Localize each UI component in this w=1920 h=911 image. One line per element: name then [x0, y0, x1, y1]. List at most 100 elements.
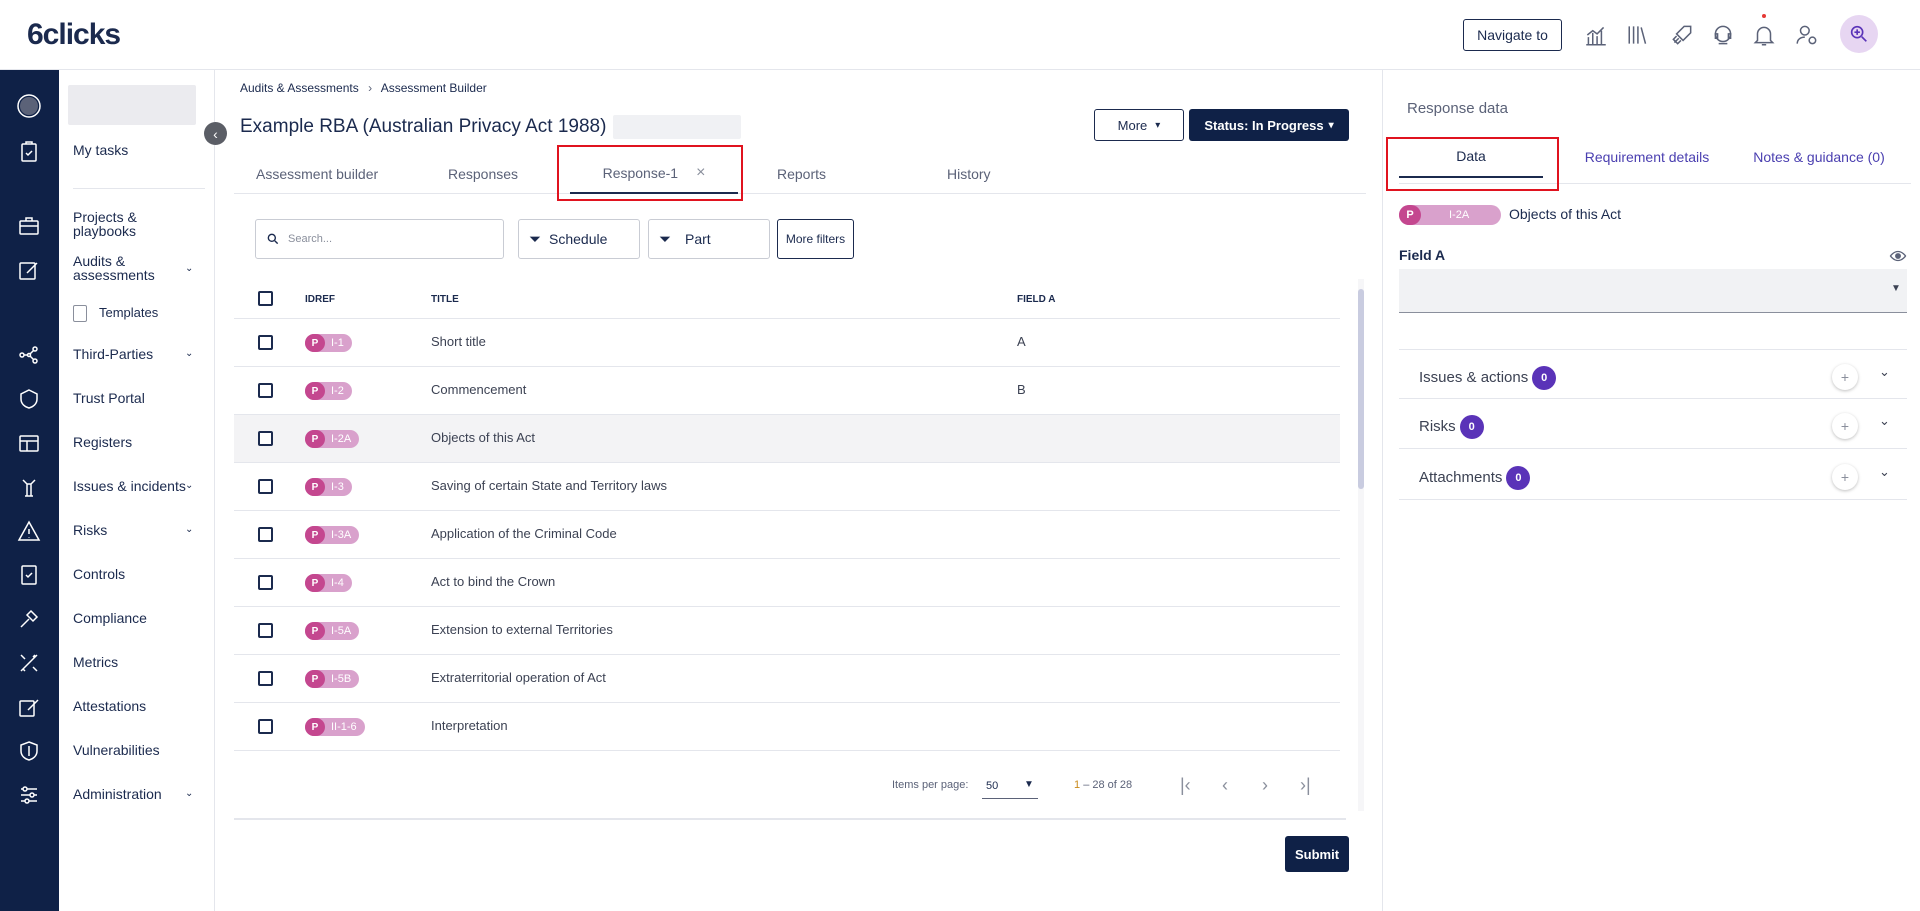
- add-risk-button[interactable]: +: [1832, 413, 1858, 439]
- row-checkbox[interactable]: [258, 671, 273, 686]
- third-parties-icon[interactable]: [17, 343, 41, 367]
- sidebar-item-audits[interactable]: Audits & assessments ⌄: [73, 254, 203, 282]
- library-icon[interactable]: [1626, 22, 1652, 48]
- submit-button[interactable]: Submit: [1285, 836, 1349, 872]
- row-checkbox[interactable]: [258, 623, 273, 638]
- controls-icon[interactable]: [17, 563, 41, 587]
- table-row[interactable]: P II-1-6 Interpretation: [234, 703, 1340, 751]
- attachments-section[interactable]: Attachments 0 + ⌄: [1399, 450, 1907, 500]
- schedule-filter[interactable]: ⏷ Schedule: [518, 219, 640, 259]
- analytics-icon[interactable]: [1583, 22, 1609, 48]
- tab-reports[interactable]: Reports: [777, 154, 826, 194]
- next-page-icon[interactable]: ›: [1262, 775, 1268, 796]
- row-title: Commencement: [431, 382, 527, 397]
- more-filters-button[interactable]: More filters: [777, 219, 854, 259]
- compliance-icon[interactable]: [17, 607, 41, 631]
- table-row[interactable]: P I-5B Extraterritorial operation of Act: [234, 655, 1340, 703]
- support-icon[interactable]: [1710, 22, 1736, 48]
- field-a-select[interactable]: ▼: [1399, 269, 1907, 313]
- sidebar-item-projects[interactable]: Projects & playbooks: [73, 210, 173, 238]
- tasks-icon[interactable]: [17, 140, 41, 164]
- sidebar-item-my-tasks[interactable]: My tasks: [73, 142, 128, 158]
- app-logo[interactable]: 6clicks: [27, 18, 121, 52]
- tab-responses[interactable]: Responses: [448, 154, 518, 194]
- sidebar-item-third-parties[interactable]: Third-Parties ⌄: [73, 346, 203, 362]
- administration-icon[interactable]: [17, 783, 41, 807]
- user-settings-icon[interactable]: [1794, 22, 1820, 48]
- select-all-checkbox[interactable]: [258, 291, 273, 306]
- scroll-thumb[interactable]: [1358, 289, 1364, 489]
- table-row[interactable]: P I-3 Saving of certain State and Territor…: [234, 463, 1340, 511]
- table-row[interactable]: P I-5A Extension to external Territories: [234, 607, 1340, 655]
- col-title[interactable]: TITLE: [431, 294, 459, 305]
- tab-assessment-builder[interactable]: Assessment builder: [256, 154, 378, 194]
- audits-icon[interactable]: [17, 258, 41, 282]
- sidebar-item-registers[interactable]: Registers: [73, 434, 132, 450]
- sidebar-item-vulnerabilities[interactable]: Vulnerabilities: [73, 742, 160, 758]
- table-row[interactable]: P I-4 Act to bind the Crown: [234, 559, 1340, 607]
- tab-notes-guidance[interactable]: Notes & guidance (0): [1737, 136, 1901, 178]
- chevron-down-icon: ▼: [1024, 779, 1034, 790]
- table-scrollbar[interactable]: [1358, 279, 1364, 811]
- first-page-icon[interactable]: |‹: [1180, 775, 1191, 796]
- sidebar-item-controls[interactable]: Controls: [73, 566, 125, 582]
- attestations-icon[interactable]: [17, 695, 41, 719]
- navigate-to-button[interactable]: Navigate to: [1463, 19, 1562, 51]
- tab-requirement-details[interactable]: Requirement details: [1567, 136, 1727, 178]
- table-row[interactable]: P I-2 Commencement B: [234, 367, 1340, 415]
- sidebar-item-trust-portal[interactable]: Trust Portal: [73, 390, 145, 406]
- row-checkbox[interactable]: [258, 719, 273, 734]
- tab-response-1[interactable]: Response-1 ×: [570, 154, 738, 194]
- breadcrumb-assessment-builder[interactable]: Assessment Builder: [381, 81, 487, 95]
- rocket-icon[interactable]: [1669, 22, 1695, 48]
- sidebar-item-issues[interactable]: Issues & incidents ⌄: [73, 478, 203, 494]
- prev-page-icon[interactable]: ‹: [1222, 775, 1228, 796]
- issues-actions-section[interactable]: Issues & actions 0 + ⌄: [1399, 349, 1907, 399]
- table-row[interactable]: P I-3A Application of the Criminal Code: [234, 511, 1340, 559]
- items-per-page-select[interactable]: 50 ▼: [982, 773, 1038, 799]
- profile-circle-icon[interactable]: [17, 94, 41, 118]
- visibility-icon[interactable]: [1889, 247, 1907, 270]
- risks-section[interactable]: Risks 0 + ⌄: [1399, 399, 1907, 449]
- breadcrumb-audits[interactable]: Audits & Assessments: [240, 81, 359, 95]
- row-checkbox[interactable]: [258, 383, 273, 398]
- search-input[interactable]: Search...: [255, 219, 504, 259]
- sidebar-item-templates[interactable]: Templates: [73, 304, 158, 322]
- table-row[interactable]: P I-1 Short title A: [234, 319, 1340, 367]
- more-button[interactable]: More ▾: [1094, 109, 1184, 141]
- registers-icon[interactable]: [17, 431, 41, 455]
- close-icon[interactable]: ×: [696, 164, 705, 182]
- risks-icon[interactable]: [17, 519, 41, 543]
- collapse-sidebar-button[interactable]: ‹: [204, 122, 227, 145]
- row-checkbox[interactable]: [258, 335, 273, 350]
- vulnerabilities-icon[interactable]: [17, 739, 41, 763]
- table-row[interactable]: P I-2A Objects of this Act: [234, 415, 1340, 463]
- row-checkbox[interactable]: [258, 479, 273, 494]
- status-button[interactable]: Status: In Progress ▾: [1189, 109, 1349, 141]
- chevron-down-icon[interactable]: ⌄: [1879, 464, 1890, 480]
- col-idref[interactable]: IDREF: [305, 294, 335, 305]
- col-field-a[interactable]: FIELD A: [1017, 294, 1056, 305]
- sidebar-item-administration[interactable]: Administration ⌄: [73, 786, 203, 802]
- projects-icon[interactable]: [17, 214, 41, 238]
- row-checkbox[interactable]: [258, 575, 273, 590]
- sidebar-item-attestations[interactable]: Attestations: [73, 698, 146, 714]
- add-attachment-button[interactable]: +: [1832, 464, 1858, 490]
- part-filter[interactable]: ⏷ Part: [648, 219, 770, 259]
- add-issue-button[interactable]: +: [1832, 364, 1858, 390]
- sidebar-item-compliance[interactable]: Compliance: [73, 610, 147, 626]
- notifications-icon[interactable]: [1751, 22, 1777, 48]
- chevron-down-icon[interactable]: ⌄: [1879, 413, 1890, 429]
- trust-portal-icon[interactable]: [17, 387, 41, 411]
- user-avatar[interactable]: [1840, 15, 1878, 53]
- sidebar-item-metrics[interactable]: Metrics: [73, 654, 118, 670]
- issues-icon[interactable]: [17, 475, 41, 499]
- metrics-icon[interactable]: [17, 651, 41, 675]
- row-checkbox[interactable]: [258, 527, 273, 542]
- last-page-icon[interactable]: ›|: [1300, 775, 1311, 796]
- tab-data[interactable]: Data: [1399, 136, 1543, 178]
- row-checkbox[interactable]: [258, 431, 273, 446]
- sidebar-item-risks[interactable]: Risks ⌄: [73, 522, 203, 538]
- chevron-down-icon[interactable]: ⌄: [1879, 364, 1890, 380]
- tab-history[interactable]: History: [947, 154, 991, 194]
